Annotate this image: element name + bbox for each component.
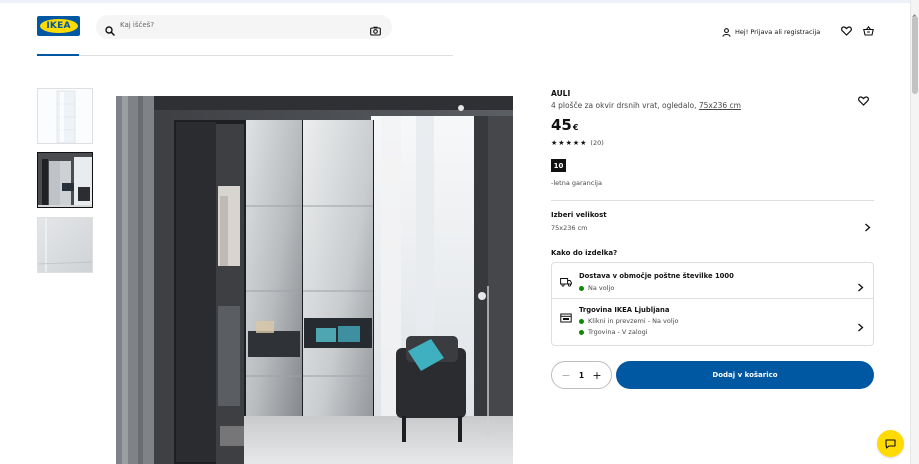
scrollbar-thumb[interactable] xyxy=(912,16,918,94)
status-green-dot xyxy=(579,285,584,291)
add-to-cart-button[interactable]: Dodaj v košarico xyxy=(616,361,874,389)
quantity-stepper[interactable]: − 1 + xyxy=(551,361,612,389)
delivery-status: Na voljo xyxy=(579,284,614,292)
camera-icon[interactable] xyxy=(370,21,381,40)
logo-oval: IKEA xyxy=(39,19,78,33)
status-green-dot xyxy=(579,318,584,324)
product-measurement-link[interactable]: 75x236 cm xyxy=(699,101,741,110)
star-icon: ★ xyxy=(558,138,565,147)
store-status-click-collect: Klikni in prevzemi - Na voljo xyxy=(579,317,678,325)
store-status-1-text: Klikni in prevzemi - Na voljo xyxy=(588,317,679,325)
account-link[interactable]: Hej! Prijava ali registracija xyxy=(722,22,820,41)
account-label: Hej! Prijava ali registracija xyxy=(735,27,821,36)
main-product-image[interactable] xyxy=(116,96,513,464)
rating-count: (20) xyxy=(590,139,604,147)
delivery-option[interactable]: Dostava v območje poštne številke 1000 N… xyxy=(552,263,873,299)
star-icon: ★ xyxy=(580,138,587,147)
store-title: Trgovina IKEA Ljubljana xyxy=(579,306,670,314)
delivery-status-text: Na voljo xyxy=(588,284,615,292)
logo-text: IKEA xyxy=(46,21,71,31)
room-thumbnail-image xyxy=(38,153,92,207)
guarantee-text: -letna garancija xyxy=(551,179,602,187)
availability-box: Dostava v območje poštne številke 1000 N… xyxy=(551,262,874,346)
chat-bubble-icon xyxy=(885,434,896,453)
size-selector-title[interactable]: Izberi velikost xyxy=(551,211,607,219)
chevron-right-icon[interactable] xyxy=(857,277,864,296)
size-selector-value[interactable]: 75x236 cm xyxy=(551,224,588,232)
section-divider xyxy=(551,200,874,201)
search-icon xyxy=(105,21,115,40)
shopping-cart-icon[interactable] xyxy=(863,21,874,40)
chevron-right-icon[interactable] xyxy=(857,317,864,336)
search-bar[interactable]: Kaj iščeš? xyxy=(96,15,392,39)
chat-button[interactable] xyxy=(877,430,904,457)
page-scrollbar[interactable] xyxy=(910,0,919,464)
user-icon xyxy=(722,22,731,41)
mirror-thumbnail-image xyxy=(38,218,92,272)
thumbnail-room-scene[interactable] xyxy=(37,152,93,208)
product-rating[interactable]: ★ ★ ★ ★ ★ (20) xyxy=(551,139,604,147)
star-icon: ★ xyxy=(565,138,572,147)
price-value: 45 xyxy=(551,116,572,134)
ikea-logo[interactable]: IKEA xyxy=(37,16,80,36)
star-icon: ★ xyxy=(572,138,580,147)
store-status-2-text: Trgovina - V zalogi xyxy=(588,328,648,336)
product-price: 45€ xyxy=(551,116,578,134)
store-status-in-stock: Trgovina - V zalogi xyxy=(579,328,648,336)
status-green-dot xyxy=(579,329,584,335)
star-icon: ★ xyxy=(551,138,558,147)
product-description: 4 plošče za okvir drsnih vrat, ogledalo,… xyxy=(551,101,741,110)
search-input[interactable]: Kaj iščeš? xyxy=(120,21,154,29)
add-to-favourites-heart-icon[interactable] xyxy=(858,91,869,110)
top-strip xyxy=(0,0,919,3)
room-scene-illustration xyxy=(116,96,513,464)
store-option[interactable]: Trgovina IKEA Ljubljana Klikni in prevze… xyxy=(552,299,873,345)
thumbnail-product-panel[interactable] xyxy=(37,88,93,144)
active-tab-indicator xyxy=(37,54,79,56)
store-icon xyxy=(560,308,572,327)
chevron-right-icon[interactable] xyxy=(864,217,871,236)
decrease-quantity-button[interactable]: − xyxy=(560,370,572,381)
guarantee-badge: 10 xyxy=(551,159,566,172)
header-divider xyxy=(37,55,453,56)
quantity-value: 1 xyxy=(578,370,585,380)
delivery-title: Dostava v območje poštne številke 1000 xyxy=(579,272,734,280)
availability-title: Kako do izdelka? xyxy=(551,249,618,257)
product-name: AULI xyxy=(551,89,571,98)
product-description-text: 4 plošče za okvir drsnih vrat, ogledalo, xyxy=(551,101,697,110)
panel-thumbnail-image xyxy=(38,89,92,143)
favourites-heart-icon[interactable] xyxy=(841,21,852,40)
delivery-truck-icon xyxy=(560,272,572,291)
price-currency: € xyxy=(572,123,579,132)
thumbnail-mirror-detail[interactable] xyxy=(37,217,93,273)
scroll-up-arrow-icon[interactable] xyxy=(911,3,918,17)
increase-quantity-button[interactable]: + xyxy=(591,370,603,381)
